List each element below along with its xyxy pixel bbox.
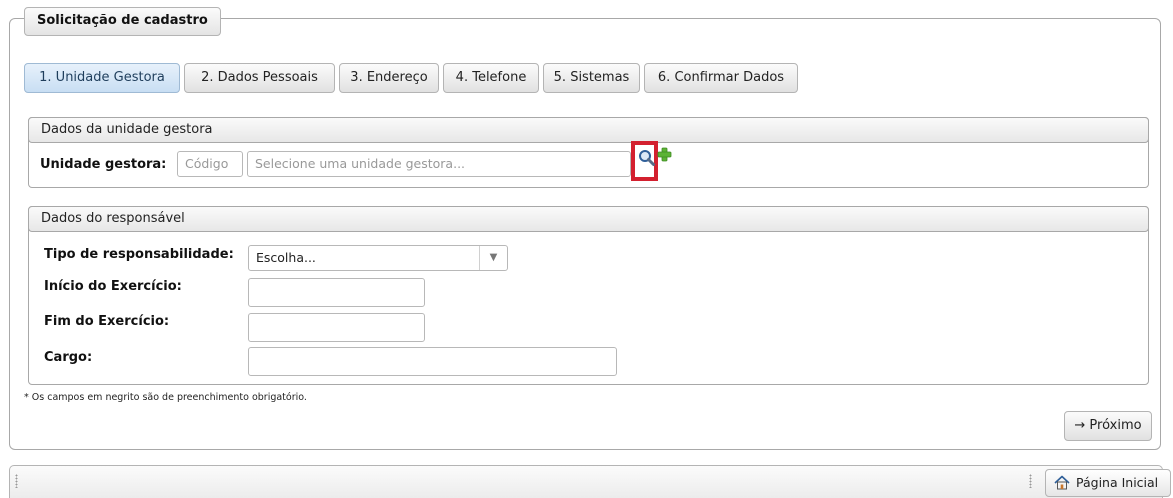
right-grip-icon	[1029, 474, 1032, 488]
home-button[interactable]: Página Inicial	[1045, 469, 1171, 497]
tipo-responsabilidade-label: Tipo de responsabilidade:	[44, 247, 234, 262]
unidade-gestora-panel-title: Dados da unidade gestora	[28, 117, 1149, 143]
tab-endereco[interactable]: 3. Endereço	[339, 63, 439, 93]
inicio-exercicio-label: Início do Exercício:	[44, 279, 182, 294]
unidade-gestora-name-field[interactable]: Selecione uma unidade gestora...	[247, 151, 631, 177]
house-icon	[1054, 475, 1070, 490]
tab-sistemas[interactable]: 5. Sistemas	[543, 63, 640, 93]
form-title: Solicitação de cadastro	[24, 7, 221, 36]
home-button-label: Página Inicial	[1076, 475, 1159, 490]
tab-telefone[interactable]: 4. Telefone	[443, 63, 539, 93]
footer-bar: Página Inicial	[9, 465, 1171, 498]
cargo-label: Cargo:	[44, 350, 93, 365]
unidade-gestora-label: Unidade gestora:	[40, 157, 167, 172]
search-highlight-box	[631, 141, 658, 181]
tipo-responsabilidade-select[interactable]: Escolha... ▼	[248, 245, 508, 271]
green-plus-icon[interactable]	[657, 147, 672, 162]
cargo-field[interactable]	[248, 347, 617, 376]
next-button[interactable]: → Próximo	[1064, 411, 1152, 441]
tab-confirmar-dados[interactable]: 6. Confirmar Dados	[644, 63, 798, 93]
chevron-down-icon[interactable]: ▼	[479, 246, 507, 270]
fim-exercicio-field[interactable]	[248, 313, 425, 342]
responsavel-panel-title: Dados do responsável	[28, 206, 1149, 232]
tipo-responsabilidade-value: Escolha...	[256, 250, 316, 265]
fim-exercicio-label: Fim do Exercício:	[44, 314, 170, 329]
left-grip-icon	[15, 474, 18, 488]
tab-dados-pessoais[interactable]: 2. Dados Pessoais	[184, 63, 335, 93]
required-fields-note: * Os campos em negrito são de preenchime…	[24, 392, 307, 403]
magnifier-icon[interactable]	[638, 149, 656, 167]
unidade-gestora-code-field[interactable]: Código	[177, 151, 243, 177]
tab-unidade-gestora[interactable]: 1. Unidade Gestora	[24, 63, 180, 93]
inicio-exercicio-field[interactable]	[248, 278, 425, 307]
